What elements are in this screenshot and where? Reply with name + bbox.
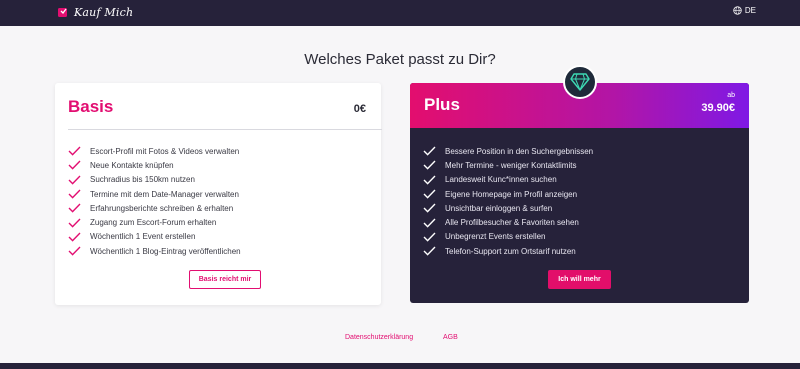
- feature-label: Wöchentlich 1 Blog-Eintrag veröffentlich…: [90, 246, 241, 256]
- check-icon: [423, 160, 436, 171]
- feature-item: Escort-Profil mit Fotos & Videos verwalt…: [68, 144, 241, 158]
- feature-item: Wöchentlich 1 Blog-Eintrag veröffentlich…: [68, 244, 241, 258]
- check-icon: [423, 218, 436, 228]
- feature-item: Telefon-Support zum Ortstarif nutzen: [423, 244, 593, 258]
- basis-feature-list: Escort-Profil mit Fotos & Videos verwalt…: [68, 144, 241, 258]
- globe-icon: [733, 6, 742, 15]
- terms-link[interactable]: AGB: [443, 334, 458, 341]
- check-icon: [68, 218, 81, 228]
- feature-label: Escort-Profil mit Fotos & Videos verwalt…: [90, 146, 240, 156]
- basis-plan-price: 0€: [353, 103, 366, 115]
- plus-price-prefix: ab: [727, 92, 735, 99]
- check-icon: [423, 189, 436, 199]
- feature-label: Eigene Homepage im Profil anzeigen: [445, 189, 578, 199]
- check-icon: [68, 189, 81, 199]
- feature-label: Unbegrenzt Events erstellen: [445, 232, 546, 242]
- feature-label: Bessere Position in den Suchergebnissen: [445, 146, 594, 156]
- check-icon: [68, 203, 81, 213]
- feature-item: Landesweit Kunc*innen suchen: [423, 173, 593, 187]
- top-navbar: Kauf Mich DE: [0, 0, 800, 26]
- footer-links: Datenschutzerklärung AGB: [0, 334, 800, 346]
- feature-label: Erfahrungsberichte schreiben & erhalten: [90, 203, 234, 213]
- plus-feature-list: Bessere Position in den Suchergebnissen …: [423, 144, 593, 258]
- feature-item: Eigene Homepage im Profil anzeigen: [423, 187, 593, 201]
- plus-select-button[interactable]: Ich will mehr: [548, 270, 611, 289]
- basis-plan-title: Basis: [68, 97, 114, 116]
- feature-label: Zugang zum Escort-Forum erhalten: [90, 218, 217, 228]
- check-icon: [423, 232, 436, 242]
- feature-label: Wöchentlich 1 Event erstellen: [90, 232, 196, 242]
- feature-item: Unsichtbar einloggen & surfen: [423, 201, 593, 215]
- divider: [68, 129, 382, 130]
- feature-item: Bessere Position in den Suchergebnissen: [423, 144, 593, 158]
- plus-plan-price: 39.90€: [701, 102, 735, 114]
- bottom-bar: [0, 363, 800, 369]
- feature-item: Zugang zum Escort-Forum erhalten: [68, 215, 241, 229]
- check-icon: [68, 160, 81, 171]
- feature-label: Alle Profilbesucher & Favoriten sehen: [445, 218, 579, 228]
- feature-item: Erfahrungsberichte schreiben & erhalten: [68, 201, 241, 215]
- plus-plan-title: Plus: [424, 95, 460, 114]
- logo[interactable]: Kauf Mich: [57, 4, 133, 20]
- logo-mark-icon: [58, 8, 67, 17]
- diamond-icon: [570, 73, 590, 91]
- feature-label: Landesweit Kunc*innen suchen: [445, 175, 557, 185]
- feature-item: Mehr Termine - weniger Kontaktlimits: [423, 158, 593, 172]
- check-icon: [68, 232, 81, 242]
- feature-label: Suchradius bis 150km nutzen: [90, 175, 195, 185]
- privacy-link[interactable]: Datenschutzerklärung: [345, 334, 413, 341]
- feature-label: Neue Kontakte knüpfen: [90, 160, 174, 170]
- check-icon: [423, 203, 436, 213]
- feature-item: Unbegrenzt Events erstellen: [423, 230, 593, 244]
- feature-label: Telefon-Support zum Ortstarif nutzen: [445, 246, 576, 256]
- page-title: Welches Paket passt zu Dir?: [304, 51, 496, 68]
- check-icon: [423, 246, 436, 256]
- logo-text: Kauf Mich: [74, 5, 134, 19]
- plus-badge: [563, 65, 597, 99]
- feature-label: Mehr Termine - weniger Kontaktlimits: [445, 160, 577, 170]
- check-icon: [423, 175, 436, 185]
- check-icon: [423, 146, 436, 156]
- language-selector[interactable]: DE: [733, 6, 756, 15]
- feature-item: Neue Kontakte knüpfen: [68, 158, 241, 172]
- basis-select-button[interactable]: Basis reicht mir: [189, 270, 261, 289]
- check-icon: [68, 175, 81, 185]
- feature-item: Wöchentlich 1 Event erstellen: [68, 230, 241, 244]
- feature-item: Suchradius bis 150km nutzen: [68, 173, 241, 187]
- plus-plan-card: Plus ab 39.90€ Bessere Position in den S…: [410, 83, 749, 303]
- check-icon: [68, 146, 81, 156]
- feature-label: Termine mit dem Date-Manager verwalten: [90, 189, 239, 199]
- feature-item: Alle Profilbesucher & Favoriten sehen: [423, 215, 593, 229]
- basis-plan-card: Basis 0€ Escort-Profil mit Fotos & Video…: [55, 83, 382, 305]
- check-icon: [68, 246, 81, 256]
- language-label: DE: [744, 6, 756, 15]
- feature-item: Termine mit dem Date-Manager verwalten: [68, 187, 241, 201]
- feature-label: Unsichtbar einloggen & surfen: [445, 203, 553, 213]
